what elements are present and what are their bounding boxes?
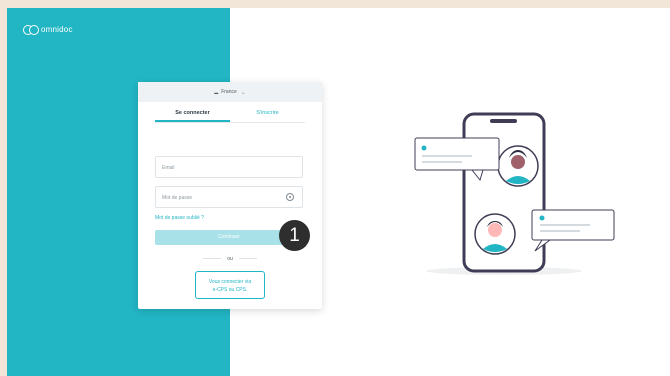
or-separator: ou	[138, 256, 322, 262]
password-field[interactable]: Mot de passe	[155, 186, 303, 208]
step-marker: 1	[279, 220, 310, 251]
ecps-line-1: Vous connecter via	[208, 279, 252, 285]
auth-tabs: Se connecter S'inscrire	[155, 102, 305, 123]
page-frame: omnidoc ▬ France ⌄ Se connecter S'inscri…	[7, 8, 670, 376]
country-label: France	[221, 89, 237, 95]
eye-icon[interactable]	[286, 193, 294, 201]
ecps-login-button[interactable]: Vous connecter via e-CPS ou CPS.	[195, 271, 265, 299]
chevron-down-icon: ⌄	[240, 89, 246, 96]
omnidoc-logo-icon	[23, 25, 39, 35]
email-placeholder: Email	[162, 165, 175, 171]
password-placeholder: Mot de passe	[162, 195, 193, 201]
flag-icon: ▬	[214, 89, 219, 95]
country-selector[interactable]: ▬ France ⌄	[138, 82, 322, 102]
forgot-password-link[interactable]: Mot de passe oublié ?	[155, 215, 204, 221]
tab-login[interactable]: Se connecter	[155, 102, 230, 122]
email-field[interactable]: Email	[155, 156, 303, 178]
logo-text: omnidoc	[41, 25, 73, 34]
login-card: ▬ France ⌄ Se connecter S'inscrire Email…	[138, 82, 322, 309]
tab-signup[interactable]: S'inscrire	[230, 102, 305, 122]
phone-chat-illustration	[414, 112, 615, 275]
ecps-line-2: e-CPS ou CPS.	[212, 287, 248, 293]
logo: omnidoc	[23, 25, 73, 35]
